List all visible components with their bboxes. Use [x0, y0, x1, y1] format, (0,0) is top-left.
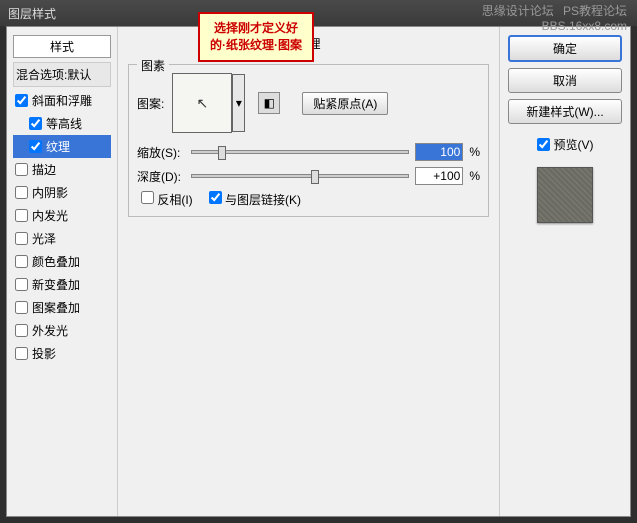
styles-list: 样式 混合选项:默认 斜面和浮雕 等高线 纹理 描边 内阴影 内发光	[7, 27, 117, 516]
scale-slider[interactable]	[191, 150, 409, 154]
chk-inner-shadow[interactable]	[15, 186, 28, 199]
chk-stroke[interactable]	[15, 163, 28, 176]
callout: 选择刚才定义好 的·纸张纹理·图案	[198, 12, 314, 62]
opt-inner-glow[interactable]: 内发光	[13, 204, 111, 227]
pattern-label: 图案:	[137, 95, 164, 112]
chk-satin[interactable]	[15, 232, 28, 245]
chk-drop-shadow[interactable]	[15, 347, 28, 360]
depth-row: 深度(D): +100 %	[137, 167, 480, 185]
chk-link[interactable]	[209, 191, 222, 204]
scale-unit: %	[469, 145, 480, 159]
preview-thumbnail	[537, 167, 593, 223]
chk-gradient-overlay[interactable]	[15, 278, 28, 291]
scale-label: 缩放(S):	[137, 144, 185, 161]
pattern-dropdown[interactable]: ▾	[232, 74, 245, 132]
opt-bevel[interactable]: 斜面和浮雕	[13, 89, 111, 112]
texture-panel: 纹理 图素 图案: ↖ ▾ ◧ 贴紧原点(A) 缩放(S): 100 %	[117, 27, 500, 516]
depth-unit: %	[469, 169, 480, 183]
opt-texture[interactable]: 纹理	[13, 135, 111, 158]
title-text: 图层样式	[8, 5, 56, 22]
chk-contour[interactable]	[29, 117, 42, 130]
invert-option[interactable]: 反相(I)	[141, 191, 193, 208]
opt-contour[interactable]: 等高线	[13, 112, 111, 135]
depth-slider[interactable]	[191, 174, 409, 178]
blend-options[interactable]: 混合选项:默认	[13, 62, 111, 87]
chk-inner-glow[interactable]	[15, 209, 28, 222]
chk-color-overlay[interactable]	[15, 255, 28, 268]
chk-preview[interactable]	[537, 138, 550, 151]
styles-header[interactable]: 样式	[13, 35, 111, 58]
elements-fieldset: 图素 图案: ↖ ▾ ◧ 贴紧原点(A) 缩放(S): 100 % 深度(D):	[128, 64, 489, 217]
watermark: 思缘设计论坛 PS教程论坛 BBS.16xx8.com	[482, 4, 627, 34]
depth-label: 深度(D):	[137, 168, 185, 185]
new-preset-icon[interactable]: ◧	[258, 92, 280, 114]
opt-outer-glow[interactable]: 外发光	[13, 319, 111, 342]
opt-pattern-overlay[interactable]: 图案叠加	[13, 296, 111, 319]
opt-stroke[interactable]: 描边	[13, 158, 111, 181]
scale-row: 缩放(S): 100 %	[137, 143, 480, 161]
right-column: 确定 取消 新建样式(W)... 预览(V)	[500, 27, 630, 516]
chk-invert[interactable]	[141, 191, 154, 204]
opt-satin[interactable]: 光泽	[13, 227, 111, 250]
chk-bevel[interactable]	[15, 94, 28, 107]
cursor-icon: ↖	[196, 95, 208, 112]
opt-gradient-overlay[interactable]: 新变叠加	[13, 273, 111, 296]
fieldset-legend: 图素	[137, 57, 169, 74]
chk-pattern-overlay[interactable]	[15, 301, 28, 314]
opt-color-overlay[interactable]: 颜色叠加	[13, 250, 111, 273]
opt-inner-shadow[interactable]: 内阴影	[13, 181, 111, 204]
snap-origin-button[interactable]: 贴紧原点(A)	[302, 92, 388, 115]
layer-style-dialog: 样式 混合选项:默认 斜面和浮雕 等高线 纹理 描边 内阴影 内发光	[6, 26, 631, 517]
cancel-button[interactable]: 取消	[508, 68, 622, 93]
new-style-button[interactable]: 新建样式(W)...	[508, 99, 622, 124]
pattern-swatch[interactable]: ↖ ▾	[172, 73, 232, 133]
scale-value[interactable]: 100	[415, 143, 463, 161]
chk-outer-glow[interactable]	[15, 324, 28, 337]
ok-button[interactable]: 确定	[508, 35, 622, 62]
chk-texture[interactable]	[29, 140, 42, 153]
depth-value[interactable]: +100	[415, 167, 463, 185]
preview-option[interactable]: 预览(V)	[508, 136, 622, 153]
link-option[interactable]: 与图层链接(K)	[209, 191, 301, 208]
opt-drop-shadow[interactable]: 投影	[13, 342, 111, 365]
